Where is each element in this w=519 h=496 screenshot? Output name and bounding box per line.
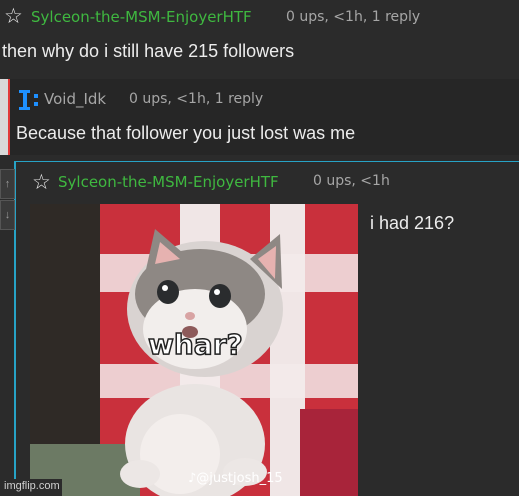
downvote-arrow-icon[interactable]: ↓	[0, 200, 15, 230]
site-watermark: imgflip.com	[4, 480, 60, 492]
thread-line-accent	[8, 79, 10, 155]
comment-text: then why do i still have 215 followers	[2, 41, 295, 61]
thread-line	[14, 161, 519, 162]
comment-text: i had 216?	[370, 213, 455, 233]
upvote-arrow-icon[interactable]: ↑	[0, 169, 15, 199]
watermark-text: @justjosh_15	[196, 471, 283, 486]
comment-text: Because that follower you just lost was …	[16, 123, 356, 143]
comment-username[interactable]: Void_Idk	[44, 90, 106, 108]
star-icon[interactable]: ☆	[32, 172, 51, 193]
comment-meta: 0 ups, <1h	[313, 173, 390, 189]
avatar-icon	[19, 90, 38, 110]
avatar[interactable]	[17, 88, 41, 112]
comment-username[interactable]: Sylceon-the-MSM-EnjoyerHTF	[58, 173, 279, 191]
comment-username[interactable]: Sylceon-the-MSM-EnjoyerHTF	[31, 8, 252, 26]
comment-meta: 0 ups, <1h, 1 reply	[286, 9, 421, 25]
comment-meta: 0 ups, <1h, 1 reply	[129, 91, 264, 107]
meme-caption: whar?	[148, 328, 243, 361]
image-watermark: ♪@justjosh_15	[188, 471, 283, 486]
thread-line	[0, 79, 8, 155]
star-icon[interactable]: ☆	[4, 6, 23, 27]
kitten-photo[interactable]: whar?	[30, 204, 358, 496]
